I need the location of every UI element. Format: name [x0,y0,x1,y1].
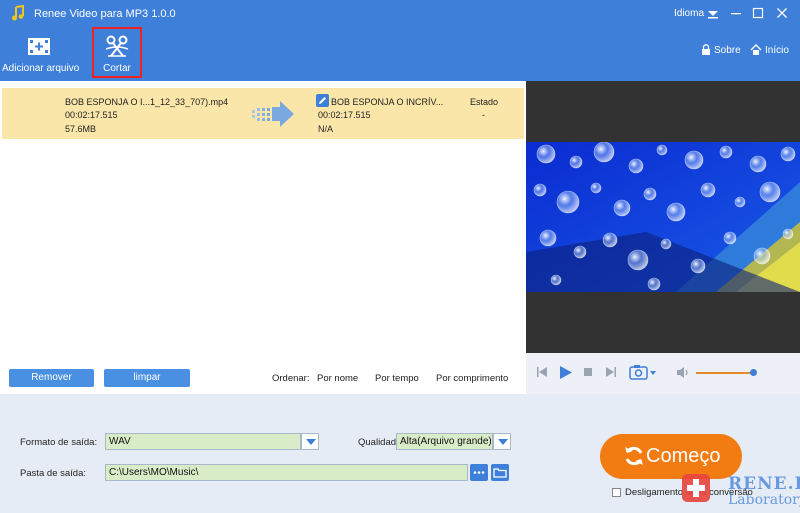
source-filename: BOB ESPONJA O I...1_12_33_707).mp4 [65,97,229,107]
refresh-icon [625,446,643,466]
folder-icon [493,468,507,478]
language-label[interactable]: Idioma [674,8,704,19]
about-label: Sobre [714,45,741,56]
previous-icon[interactable] [536,366,548,378]
title-bar: Renee Video para MP3 1.0.0 Idioma [0,0,800,27]
watermark-line1: RENE.E [728,474,800,494]
output-format-select[interactable]: WAV [105,433,301,450]
sort-by-name[interactable]: Por nome [317,373,358,384]
output-folder-label: Pasta de saída: [20,468,87,479]
chevron-down-icon[interactable] [493,433,511,450]
maximize-icon[interactable] [749,4,767,22]
status-value: - [482,110,485,120]
app-title: Renee Video para MP3 1.0.0 [34,8,176,20]
chevron-down-icon[interactable] [301,433,319,450]
add-file-button[interactable]: Adicionar arquivo [2,27,80,81]
convert-arrow-icon [252,101,294,127]
home-label: Início [765,45,789,56]
minimize-icon[interactable] [727,4,745,22]
cross-logo-icon [682,474,710,502]
video-preview [526,142,800,292]
next-icon[interactable] [605,366,617,378]
status-header: Estado [470,97,499,107]
scissors-icon [105,35,129,57]
sort-label: Ordenar: [272,373,310,384]
volume-icon[interactable] [676,366,690,379]
add-file-label: Adicionar arquivo [2,63,80,74]
play-icon[interactable] [559,365,573,380]
sort-by-length[interactable]: Por comprimento [436,373,508,384]
output-settings: Formato de saída: WAV Qualidade: Alta(Ar… [0,394,800,513]
remove-button[interactable]: Remover [9,369,94,387]
sort-by-time[interactable]: Por tempo [375,373,419,384]
about-button[interactable]: Sobre [701,44,741,56]
more-icon [473,471,485,474]
shutdown-checkbox[interactable] [612,488,621,497]
watermark-logo: RENE.E Laboratory [678,468,800,513]
output-size: N/A [318,124,334,134]
home-icon [750,44,762,55]
stop-icon[interactable] [583,367,593,377]
source-size: 57.6MB [65,124,97,134]
volume-knob[interactable] [750,369,757,376]
output-filename: BOB ESPONJA O INCRÍV... [331,97,444,107]
output-duration: 00:02:17.515 [318,110,371,120]
close-icon[interactable] [773,4,791,22]
output-folder-input[interactable]: C:\Users\MO\Music\ [105,464,468,481]
camera-icon[interactable] [629,364,657,380]
volume-slider[interactable] [696,372,754,374]
video-player [526,81,800,353]
quality-select[interactable]: Alta(Arquivo grande) [396,433,493,450]
chevron-down-icon[interactable] [707,9,719,19]
more-options-button[interactable] [470,464,488,481]
cut-button[interactable]: Cortar [92,27,142,78]
player-controls [526,353,800,394]
lock-icon [702,44,710,55]
music-note-icon [12,5,24,21]
list-actions-bar: Remover limpar Ordenar: Por nome Por tem… [0,362,526,394]
video-frame-image [526,142,800,292]
output-format-label: Formato de saída: [20,437,98,448]
edit-icon[interactable] [316,94,329,107]
toolbar: Adicionar arquivo Cortar Sobre Início [0,27,800,81]
app-window: Renee Video para MP3 1.0.0 Idioma Adicio… [0,0,800,513]
file-row[interactable]: BOB ESPONJA O I...1_12_33_707).mp4 00:02… [2,88,524,139]
open-folder-button[interactable] [491,464,509,481]
clear-button[interactable]: limpar [104,369,190,387]
source-duration: 00:02:17.515 [65,110,118,120]
home-button[interactable]: Início [750,44,789,56]
add-video-icon [28,38,50,55]
file-list: BOB ESPONJA O I...1_12_33_707).mp4 00:02… [0,81,526,369]
watermark-line2: Laboratory [728,492,800,508]
cut-label: Cortar [103,63,131,74]
start-label: Começo [646,445,721,467]
